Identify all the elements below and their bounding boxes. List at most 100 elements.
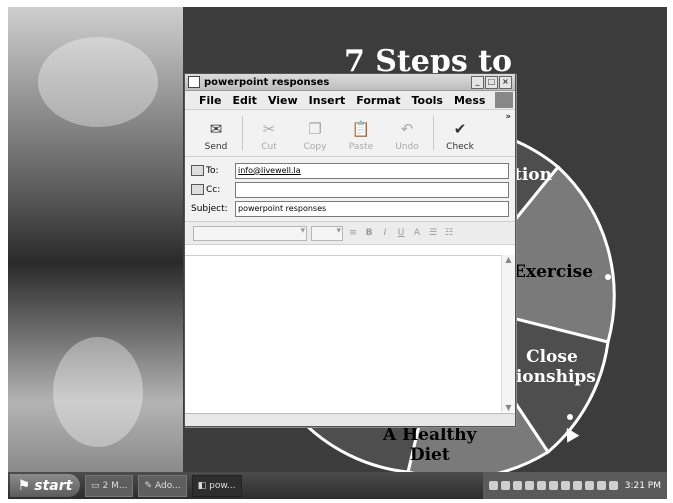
bullet-dot [605,274,611,280]
taskbar: ⚑ start ▭ 2 M... ✎ Ado... ◧ pow... 3:21 … [8,472,667,499]
check-names-icon: ✔ [453,120,467,138]
windows-logo-icon [495,92,513,108]
font-select[interactable] [193,225,307,241]
to-label: To: [206,165,219,176]
bullet-dot [567,414,573,420]
to-label-button[interactable]: To: [191,165,235,176]
tray-icon[interactable] [584,481,594,490]
cc-label: Cc: [206,184,221,195]
check-label: Check [446,142,474,152]
maximize-button[interactable]: □ [485,75,498,89]
taskbar-item-label: pow... [209,480,236,491]
tray-icon[interactable] [572,481,582,490]
copy-icon: ❐ [308,120,322,138]
slide-photo [8,7,183,472]
underline-button[interactable]: U [395,228,407,238]
taskbar-item-active[interactable]: ◧ pow... [191,474,242,497]
undo-label: Undo [395,142,419,152]
close-button[interactable]: × [499,75,512,89]
send-button[interactable]: ✉ Send [193,110,239,156]
desktop-screen: 7 Steps to ment tion Exercise Close tion… [8,7,667,499]
system-tray: 3:21 PM [482,472,667,499]
status-bar [185,413,515,426]
window-group-icon: ▭ [91,480,100,491]
tray-icon[interactable] [524,481,534,490]
check-names-button[interactable]: ✔ Check [437,110,483,156]
wedge-label-diet: A Healthy Diet [383,425,477,465]
powerpoint-icon: ◧ [197,480,207,491]
cc-label-button[interactable]: Cc: [191,184,235,195]
numbered-list-icon[interactable]: ☰ [427,228,439,238]
wedge-label-top: tion [514,165,553,185]
window-titlebar[interactable]: powerpoint responses _ □ × [185,74,515,91]
cut-button[interactable]: ✂ Cut [246,110,292,156]
subject-field[interactable]: powerpoint responses [235,200,509,217]
undo-icon: ↶ [400,120,414,138]
menu-edit[interactable]: Edit [233,94,257,107]
minimize-button[interactable]: _ [471,75,484,89]
menu-file[interactable]: File [199,94,222,107]
clock[interactable]: 3:21 PM [625,481,661,491]
cut-icon: ✂ [262,120,276,138]
start-label: start [34,477,73,494]
scroll-down-icon[interactable]: ▼ [502,403,515,412]
cut-label: Cut [261,142,277,152]
photo-highlight [38,37,158,127]
toolbar: ✉ Send ✂ Cut ❐ Copy 📋 Paste ↶ Undo ✔ Che… [185,110,515,157]
wedge-label-relationships: Close tionships [508,347,596,387]
tray-icon[interactable] [548,481,558,490]
subject-label: Subject: [191,203,228,214]
message-icon [188,76,200,88]
toolbar-more-chevron[interactable]: » [505,112,511,122]
to-field[interactable]: info@livewell.la [235,162,509,179]
message-body[interactable] [185,255,515,413]
cc-row: Cc: [191,180,509,199]
formatting-toolbar: ≡ B I U A ☰ ☷ [185,222,515,245]
acrobat-icon: ✎ [144,480,152,491]
taskbar-item-label: 2 M... [102,480,128,491]
send-icon: ✉ [209,120,223,138]
menu-insert[interactable]: Insert [309,94,346,107]
menu-message[interactable]: Mess [454,94,486,107]
tray-icon[interactable] [512,481,522,490]
send-label: Send [204,142,228,152]
bulleted-list-icon[interactable]: ☷ [443,228,455,238]
scroll-up-icon[interactable]: ▲ [502,255,515,264]
tray-icon[interactable] [560,481,570,490]
font-size-select[interactable] [311,225,343,241]
tray-icon[interactable] [608,481,618,490]
paste-label: Paste [348,142,374,152]
copy-label: Copy [303,142,327,152]
start-button[interactable]: ⚑ start [10,474,80,497]
tray-icon[interactable] [488,481,498,490]
menu-format[interactable]: Format [356,94,400,107]
menu-tools[interactable]: Tools [411,94,442,107]
paste-icon: 📋 [351,120,371,138]
cc-field[interactable] [235,181,509,198]
paste-button[interactable]: 📋 Paste [338,110,384,156]
toolbar-separator [433,116,434,150]
bold-button[interactable]: B [363,228,375,238]
address-book-icon [191,184,204,195]
copy-button[interactable]: ❐ Copy [292,110,338,156]
italic-button[interactable]: I [379,228,391,238]
tray-icon[interactable] [536,481,546,490]
window-title: powerpoint responses [204,76,330,88]
windows-flag-icon: ⚑ [17,477,31,494]
tray-icon[interactable] [596,481,606,490]
address-book-icon [191,165,204,176]
to-row: To: info@livewell.la [191,161,509,180]
subject-row: Subject: powerpoint responses [191,199,509,218]
taskbar-item[interactable]: ▭ 2 M... [85,474,134,497]
taskbar-item-label: Ado... [155,480,181,491]
taskbar-item[interactable]: ✎ Ado... [138,474,187,497]
undo-button[interactable]: ↶ Undo [384,110,430,156]
paragraph-style-icon[interactable]: ≡ [347,228,359,238]
font-color-button[interactable]: A [411,228,423,238]
toolbar-separator [242,116,243,150]
photo-highlight [53,337,143,447]
tray-icon[interactable] [500,481,510,490]
menu-view[interactable]: View [268,94,298,107]
body-scrollbar[interactable]: ▲ ▼ [501,255,515,412]
wedge-label-exercise: Exercise [513,262,594,282]
